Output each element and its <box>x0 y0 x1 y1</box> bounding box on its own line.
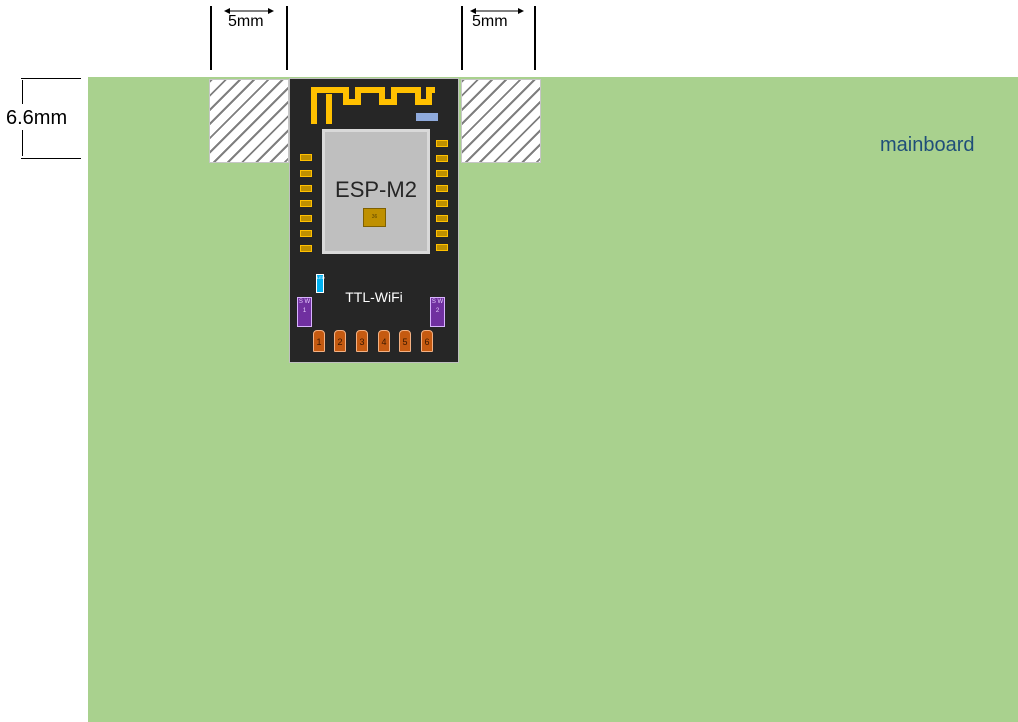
dim-left-extension-line-a <box>210 6 212 70</box>
header-pin: 1 <box>313 330 325 352</box>
dim-height-bottom-line <box>21 158 81 159</box>
chip-core-pad: 36 <box>363 208 386 227</box>
left-pad <box>300 170 312 177</box>
left-pad <box>300 215 312 222</box>
left-pad <box>300 230 312 237</box>
right-keepout-zone <box>461 79 541 163</box>
switch-sw2: S W 2 <box>430 297 445 327</box>
dim-left-extension-line-b <box>286 6 288 70</box>
right-pad <box>436 215 448 222</box>
mainboard <box>88 77 1018 722</box>
dim-height-arrow-line-bottom <box>22 130 23 156</box>
header-pin: 2 <box>334 330 346 352</box>
left-pad <box>300 200 312 207</box>
dim-right-extension-line-a <box>461 6 463 70</box>
right-pad <box>436 244 448 251</box>
dim-left-width-label: 5mm <box>228 13 264 30</box>
switch-sw1: S W 1 <box>297 297 312 327</box>
left-pad <box>300 154 312 161</box>
dim-right-width-label: 5mm <box>472 13 508 30</box>
left-keepout-zone <box>209 79 289 163</box>
mainboard-label: mainboard <box>880 134 975 156</box>
dim-height-label: 6.6mm <box>6 107 68 129</box>
right-pad <box>436 155 448 162</box>
right-pad <box>436 170 448 177</box>
module-blue-component <box>416 113 438 121</box>
header-pin: 4 <box>378 330 390 352</box>
right-pad <box>436 230 448 237</box>
dim-height-top-line <box>21 78 81 79</box>
right-pad <box>436 140 448 147</box>
right-pad <box>436 185 448 192</box>
left-pad <box>300 245 312 252</box>
pcb-antenna-trace <box>311 87 435 124</box>
dim-right-extension-line-b <box>534 6 536 70</box>
chip-name-label: ESP-M2 <box>335 177 417 202</box>
header-pin: 5 <box>399 330 411 352</box>
header-pin: 3 <box>356 330 368 352</box>
header-pin: 6 <box>421 330 433 352</box>
dim-height-arrow-line-top <box>22 80 23 104</box>
right-pad <box>436 200 448 207</box>
left-pad <box>300 185 312 192</box>
